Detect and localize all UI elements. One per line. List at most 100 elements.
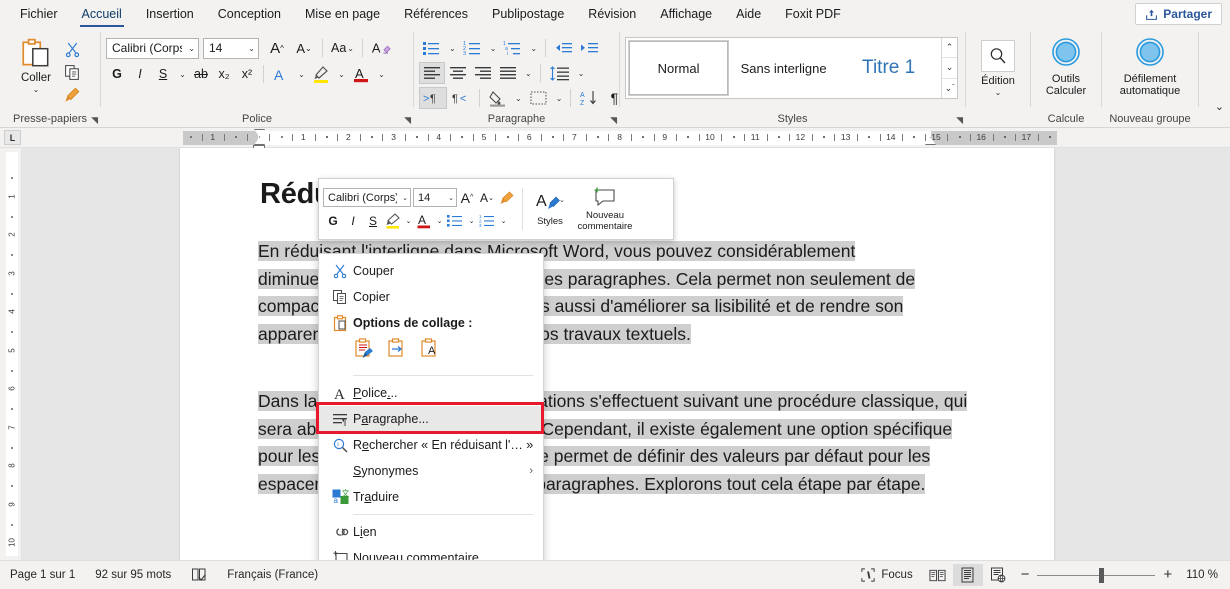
context-menu-item-cut[interactable]: Couper bbox=[319, 258, 543, 284]
font-dialog-launcher[interactable]: ◥ bbox=[404, 115, 411, 126]
tab-foxit-pdf[interactable]: Foxit PDF bbox=[773, 2, 853, 27]
styles-dialog-launcher[interactable]: ◥ bbox=[956, 115, 963, 126]
mini-bullets-button[interactable] bbox=[445, 210, 466, 231]
justify-button[interactable] bbox=[496, 62, 520, 84]
context-menu-item-copy[interactable]: Copier bbox=[319, 284, 543, 310]
editing-dropdown-caret[interactable]: ⌄ bbox=[995, 89, 1002, 97]
zoom-out-button[interactable]: − bbox=[1021, 567, 1030, 582]
justify-dropdown[interactable]: ⌄ bbox=[521, 62, 535, 84]
subscript-button[interactable]: x₂ bbox=[213, 63, 235, 85]
zoom-level-label[interactable]: 110 % bbox=[1180, 569, 1230, 581]
numbering-dropdown[interactable]: ⌄ bbox=[486, 37, 500, 59]
mini-format-painter-button[interactable] bbox=[497, 187, 517, 208]
styles-more[interactable]: ⌄ ‾ bbox=[942, 79, 957, 98]
paste-dropdown-caret[interactable]: ⌄ bbox=[33, 86, 40, 94]
line-spacing-button[interactable] bbox=[546, 62, 573, 84]
mini-numbering-button[interactable]: 1 2 3 bbox=[477, 210, 498, 231]
mini-new-comment-button[interactable]: Nouveau commentaire bbox=[572, 186, 638, 232]
tab-references[interactable]: Références bbox=[392, 2, 480, 27]
multilevel-list-button[interactable]: 1 a i bbox=[500, 37, 525, 59]
mini-toolbar[interactable]: Calibri (Corps) ⌄ 14 ⌄ A ^ A ⌄ G I S ⌄ A… bbox=[318, 178, 674, 240]
share-button[interactable]: Partager bbox=[1135, 3, 1222, 25]
mini-bullets-dropdown[interactable]: ⌄ bbox=[466, 210, 477, 231]
paste-keep-formatting-icon[interactable] bbox=[353, 338, 375, 367]
tab-conception[interactable]: Conception bbox=[206, 2, 293, 27]
ltr-text-direction-button[interactable]: > ¶ bbox=[419, 87, 447, 109]
line-spacing-dropdown[interactable]: ⌄ bbox=[574, 62, 588, 84]
text-effects-dropdown[interactable]: ⌄ bbox=[294, 63, 308, 85]
bold-button[interactable]: G bbox=[106, 63, 128, 85]
copy-button[interactable] bbox=[61, 62, 83, 82]
mini-numbering-dropdown[interactable]: ⌄ bbox=[498, 210, 509, 231]
context-menu[interactable]: Couper Copier Options de collage : A A P… bbox=[316, 253, 544, 583]
zoom-track[interactable] bbox=[1037, 567, 1156, 583]
paste-text-only-icon[interactable]: A bbox=[419, 338, 441, 367]
multilevel-list-dropdown[interactable]: ⌄ bbox=[526, 37, 540, 59]
font-size-combo[interactable]: 14 ⌄ bbox=[203, 37, 259, 59]
format-painter-button[interactable] bbox=[61, 85, 83, 105]
tab-aide[interactable]: Aide bbox=[724, 2, 773, 27]
paste-options-row[interactable]: A bbox=[319, 336, 543, 371]
tab-mise-en-page[interactable]: Mise en page bbox=[293, 2, 392, 27]
cut-button[interactable] bbox=[61, 39, 83, 59]
increase-indent-button[interactable] bbox=[577, 37, 602, 59]
bullets-button[interactable] bbox=[419, 37, 444, 59]
align-center-button[interactable] bbox=[446, 62, 470, 84]
web-layout-button[interactable] bbox=[983, 564, 1013, 586]
mini-underline-button[interactable]: S bbox=[363, 210, 383, 231]
shading-button[interactable] bbox=[485, 87, 510, 109]
styles-gallery[interactable]: Normal Sans interligne Titre 1 ⌃ ⌄ ⌄ ‾ bbox=[625, 37, 958, 99]
mini-shrink-font-button[interactable]: A ⌄ bbox=[477, 187, 497, 208]
borders-dropdown[interactable]: ⌄ bbox=[552, 87, 566, 109]
context-menu-item-translate[interactable]: a 文 Traduire bbox=[319, 484, 543, 510]
tab-fichier[interactable]: Fichier bbox=[8, 2, 70, 27]
read-mode-button[interactable] bbox=[923, 564, 953, 586]
tab-accueil[interactable]: Accueil bbox=[70, 2, 134, 27]
mini-font-name-combo[interactable]: Calibri (Corps) ⌄ bbox=[323, 188, 411, 207]
underline-dropdown[interactable]: ⌄ bbox=[175, 63, 189, 85]
context-menu-item-paste-options[interactable]: Options de collage : bbox=[319, 310, 543, 336]
rtl-text-direction-button[interactable]: ¶ < bbox=[448, 87, 474, 109]
defilement-automatique-button[interactable]: Défilement automatique bbox=[1107, 31, 1193, 97]
context-menu-item-font[interactable]: A Police... bbox=[319, 380, 543, 406]
clipboard-dialog-launcher[interactable]: ◥ bbox=[91, 115, 98, 126]
focus-button[interactable]: Focus bbox=[851, 568, 922, 582]
strikethrough-button[interactable]: ab bbox=[190, 63, 212, 85]
font-name-combo[interactable]: Calibri (Corps) ⌄ bbox=[106, 37, 199, 59]
status-words[interactable]: 92 sur 95 mots bbox=[85, 561, 181, 589]
context-menu-item-synonyms[interactable]: Synonymes › bbox=[319, 458, 543, 484]
styles-gallery-scroll[interactable]: ⌃ ⌄ ⌄ ‾ bbox=[941, 38, 957, 98]
sort-button[interactable]: AZ bbox=[576, 87, 602, 109]
mini-font-color-button[interactable]: A bbox=[414, 210, 434, 231]
tab-insertion[interactable]: Insertion bbox=[134, 2, 206, 27]
context-menu-item-link[interactable]: Lien bbox=[319, 519, 543, 545]
ribbon-collapse-button[interactable]: ⌄ bbox=[1215, 100, 1224, 113]
decrease-indent-button[interactable] bbox=[551, 37, 576, 59]
align-right-button[interactable] bbox=[471, 62, 495, 84]
style-normal[interactable]: Normal bbox=[627, 40, 730, 96]
mini-styles-button[interactable]: A ⌄ Styles bbox=[528, 191, 572, 227]
outils-calculer-button[interactable]: Outils Calculer bbox=[1036, 31, 1096, 97]
change-case-button[interactable]: Aa ⌄ bbox=[328, 37, 357, 59]
numbering-button[interactable]: 1 2 3 bbox=[460, 37, 485, 59]
font-color-dropdown[interactable]: ⌄ bbox=[374, 63, 388, 85]
tab-revision[interactable]: Révision bbox=[576, 2, 648, 27]
zoom-in-button[interactable]: + bbox=[1163, 567, 1172, 582]
horizontal-ruler[interactable]: L 1 1 2 3 4 5 6 7 8 9 10 11 12 13 14 15 16 17 bbox=[0, 128, 1230, 152]
status-page[interactable]: Page 1 sur 1 bbox=[0, 561, 85, 589]
ruler-track[interactable]: 1 1 2 3 4 5 6 7 8 9 10 11 12 13 14 15 16 17 bbox=[183, 131, 1057, 145]
status-language[interactable]: Français (France) bbox=[217, 561, 328, 589]
underline-button[interactable]: S bbox=[152, 63, 174, 85]
paste-button[interactable]: Coller ⌄ bbox=[11, 33, 61, 94]
superscript-button[interactable]: x² bbox=[236, 63, 258, 85]
status-proofing[interactable] bbox=[181, 561, 217, 589]
bullets-dropdown[interactable]: ⌄ bbox=[445, 37, 459, 59]
grow-font-button[interactable]: A ^ bbox=[264, 37, 290, 59]
paragraph-dialog-launcher[interactable]: ◥ bbox=[610, 115, 617, 126]
shading-dropdown[interactable]: ⌄ bbox=[511, 87, 525, 109]
style-sans-interligne[interactable]: Sans interligne bbox=[731, 38, 836, 98]
paste-merge-icon[interactable] bbox=[386, 338, 408, 367]
text-effects-button[interactable]: A bbox=[269, 63, 293, 85]
mini-highlight-button[interactable] bbox=[383, 210, 403, 231]
editing-button[interactable]: Édition ⌄ bbox=[971, 31, 1025, 97]
